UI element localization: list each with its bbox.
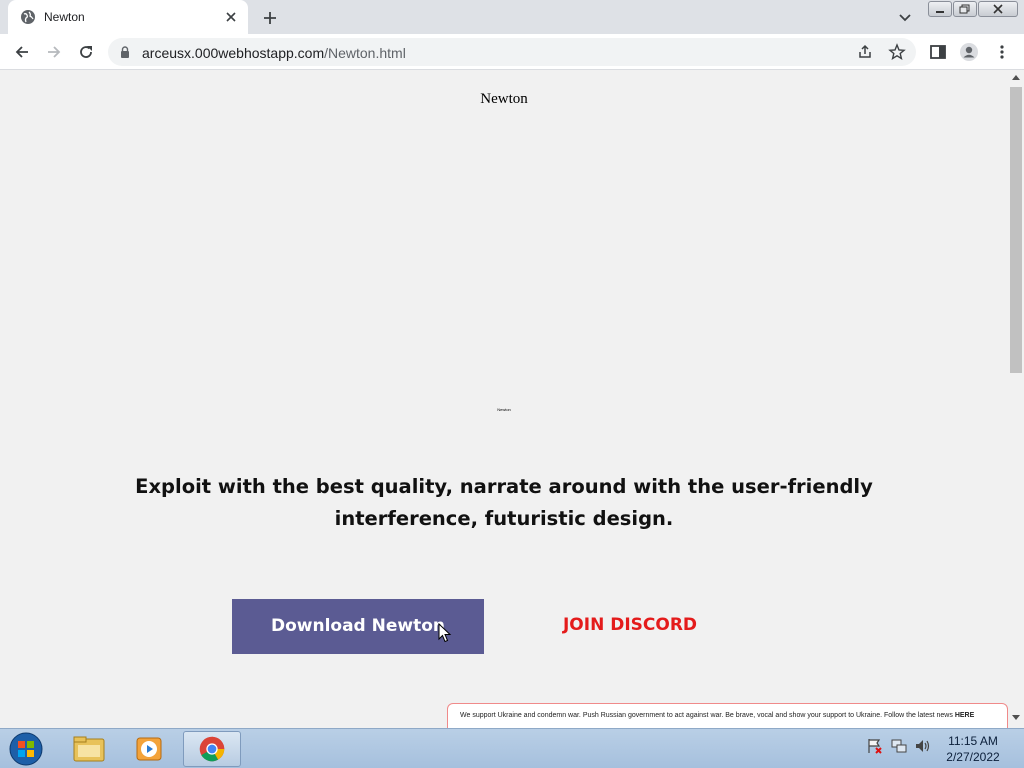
forward-icon[interactable]: [44, 42, 64, 62]
url-path: /Newton.html: [324, 45, 406, 61]
chevron-down-icon[interactable]: [896, 8, 914, 26]
banner-link[interactable]: HERE: [955, 712, 974, 719]
close-icon: [993, 4, 1003, 14]
system-clock[interactable]: 11:15 AM 2/27/2022: [938, 733, 1008, 765]
tab-newton[interactable]: Newton: [8, 0, 248, 34]
chrome-icon[interactable]: [183, 731, 241, 767]
vertical-scrollbar[interactable]: [1008, 71, 1024, 728]
file-explorer-icon[interactable]: [60, 731, 118, 767]
new-tab-icon[interactable]: [260, 8, 280, 28]
restore-icon: [959, 4, 970, 14]
mouse-cursor-icon: [438, 623, 452, 643]
site-title: Newton: [480, 91, 528, 107]
ukraine-support-banner: We support Ukraine and condemn war. Push…: [447, 703, 1008, 728]
headline: Exploit with the best quality, narrate a…: [135, 475, 873, 530]
windows-start-icon[interactable]: [6, 731, 46, 767]
menu-kebab-icon[interactable]: [992, 42, 1012, 62]
action-center-flag-icon[interactable]: [866, 737, 884, 755]
share-icon[interactable]: [856, 43, 874, 61]
scroll-down-arrow-icon[interactable]: [1012, 715, 1020, 720]
url-host: arceusx.000webhostapp.com: [142, 45, 325, 61]
banner-text: We support Ukraine and condemn war. Push…: [460, 712, 953, 719]
profile-avatar-icon[interactable]: [959, 42, 979, 62]
url-text: arceusx.000webhostapp.com/Newton.html: [142, 45, 406, 61]
banner-text-wrap: We support Ukraine and condemn war. Push…: [460, 712, 974, 719]
clock-date: 2/27/2022: [946, 750, 1000, 764]
side-panel-icon[interactable]: [928, 42, 948, 62]
reload-icon[interactable]: [76, 42, 96, 62]
join-discord-link[interactable]: JOIN DISCORD: [560, 615, 700, 635]
browser-toolbar: arceusx.000webhostapp.com/Newton.html: [0, 34, 1024, 70]
tab-strip: Newton: [0, 0, 1024, 34]
address-bar[interactable]: arceusx.000webhostapp.com/Newton.html: [108, 38, 916, 66]
globe-icon: [21, 10, 35, 24]
page-content: Newton Newton Exploit with the best qual…: [0, 71, 1008, 728]
scrollbar-thumb[interactable]: [1010, 87, 1022, 373]
close-window-button[interactable]: [978, 1, 1018, 17]
logo-text: Newton: [497, 407, 511, 412]
lock-icon[interactable]: [118, 45, 132, 59]
bookmark-star-icon[interactable]: [888, 43, 906, 61]
minimize-icon: [936, 11, 944, 13]
minimize-button[interactable]: [928, 1, 952, 17]
restore-button[interactable]: [953, 1, 977, 17]
network-icon[interactable]: [890, 737, 908, 755]
windows-taskbar: 11:15 AM 2/27/2022: [0, 728, 1024, 768]
clock-time: 11:15 AM: [948, 734, 998, 748]
media-player-icon[interactable]: [121, 731, 179, 767]
back-icon[interactable]: [12, 42, 32, 62]
close-tab-icon[interactable]: [223, 9, 239, 25]
scroll-up-arrow-icon[interactable]: [1012, 75, 1020, 80]
tab-title: Newton: [44, 10, 85, 24]
volume-icon[interactable]: [914, 737, 932, 755]
